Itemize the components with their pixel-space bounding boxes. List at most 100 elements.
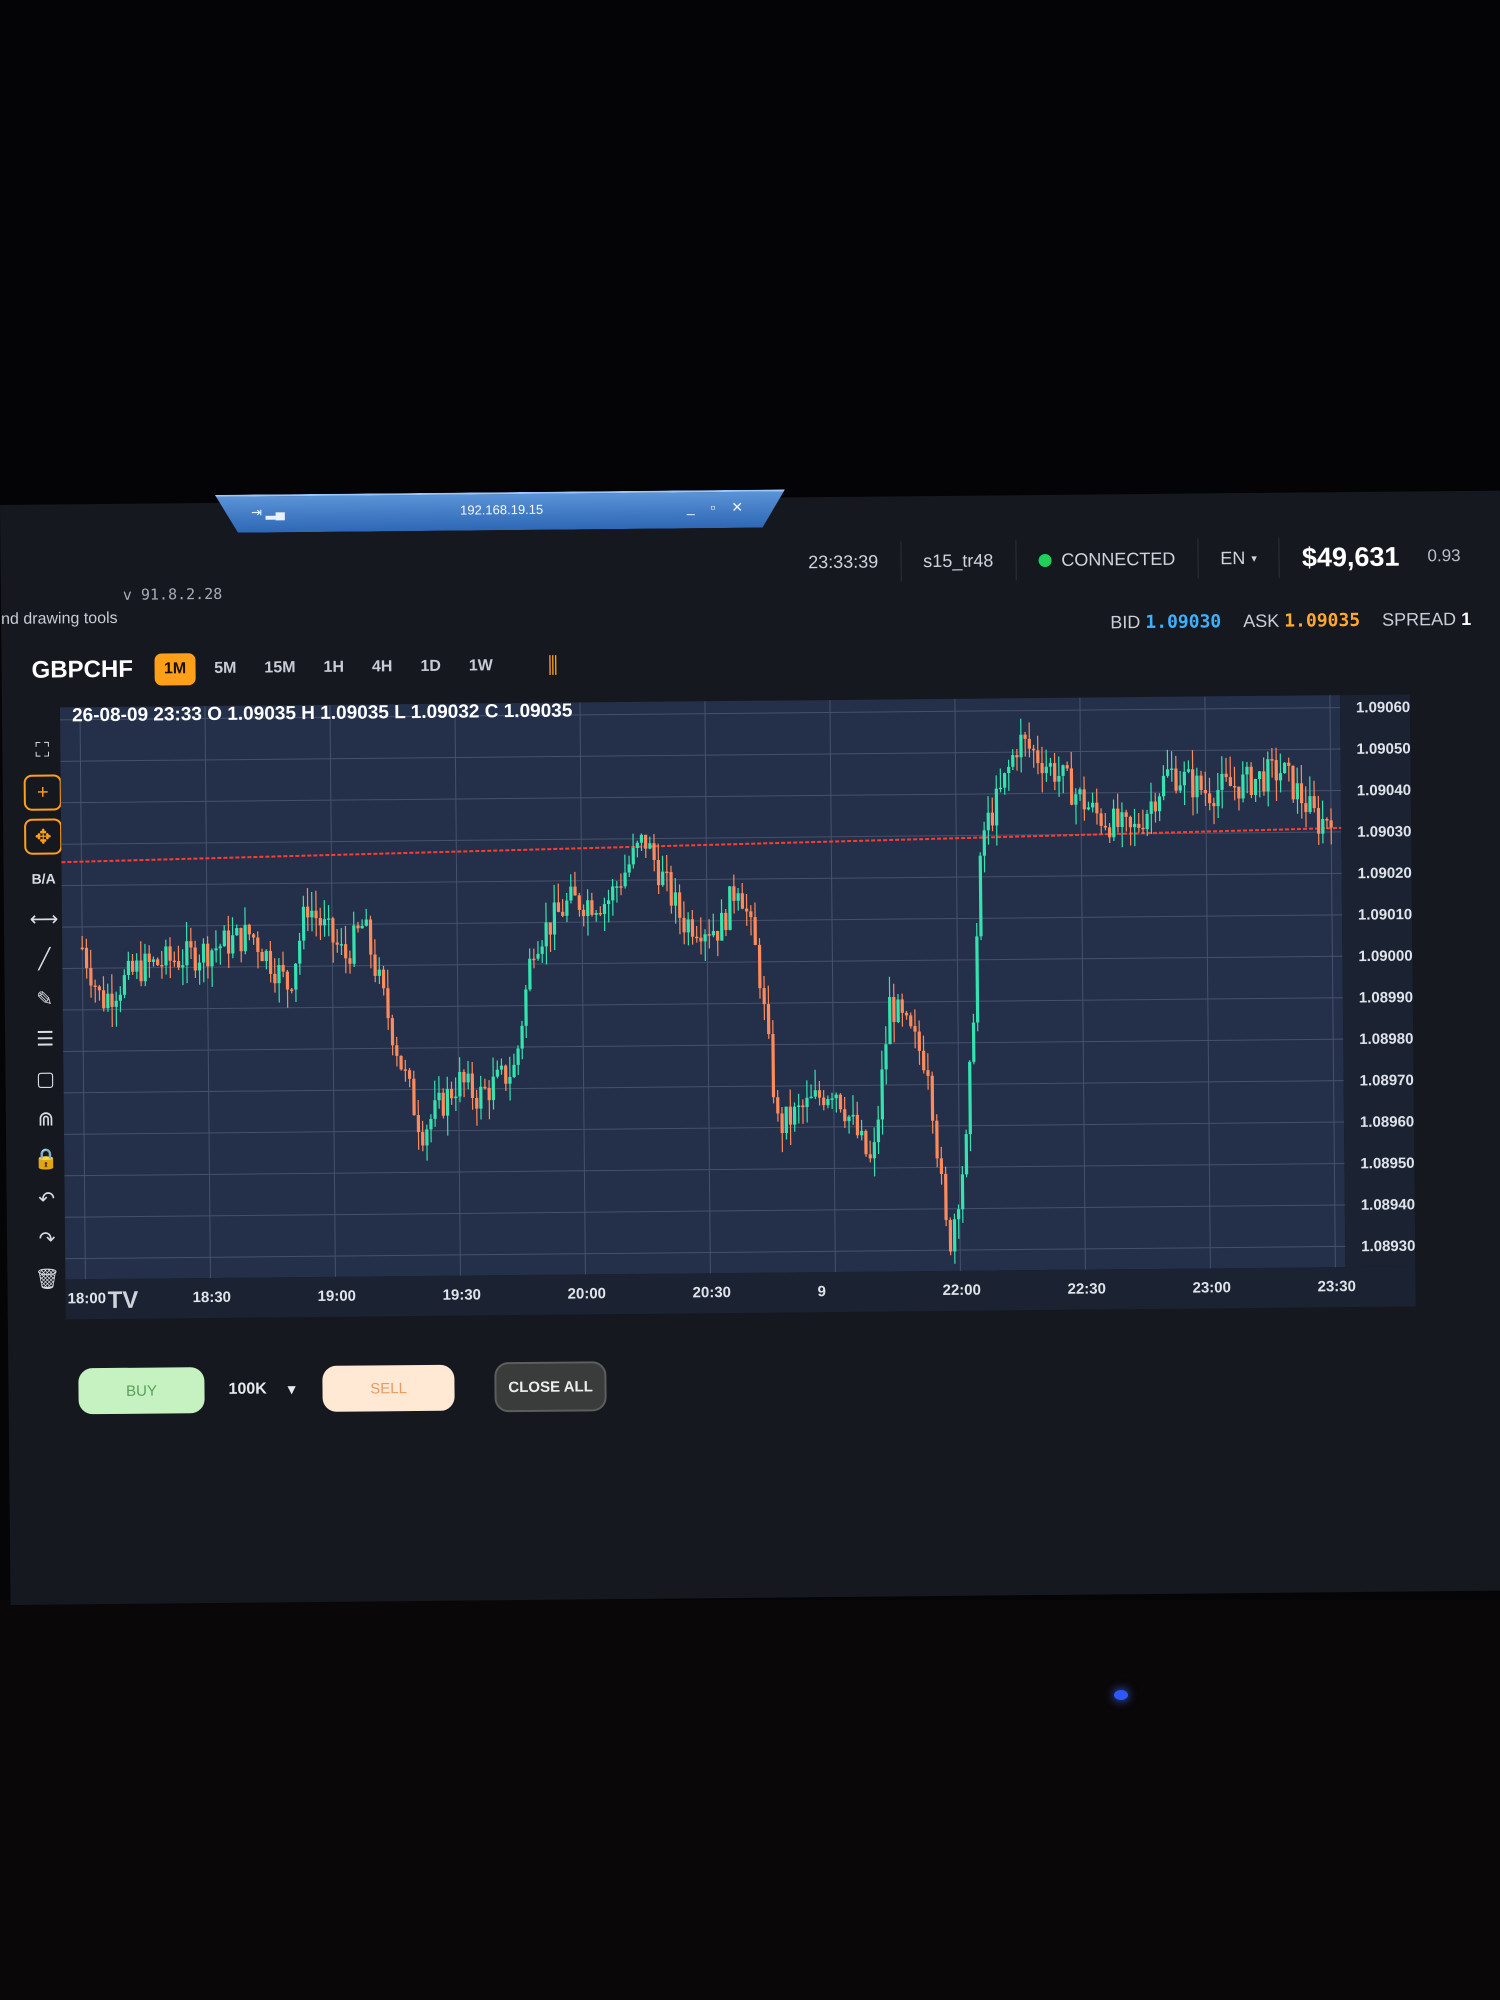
timeframe-15m[interactable]: 15M [255,652,304,684]
candle-body [615,886,619,888]
candle-body [851,1114,855,1117]
candle-body [437,1092,441,1101]
bid-value: 1.09030 [1145,611,1222,634]
spread: SPREAD 1 [1382,609,1471,631]
candle-body [1161,775,1166,797]
candle-body [433,1100,437,1119]
candle-body [631,848,635,865]
y-tick-label: 1.09030 [1357,823,1411,841]
candle-body [201,943,206,963]
candle-body [1107,827,1112,838]
candle-body [822,1097,826,1106]
candle-body [801,1105,805,1108]
chevron-down-icon[interactable]: ▼ [285,1381,299,1397]
candle-body [260,951,264,962]
candle-body [189,941,193,948]
candle-body [226,930,231,954]
candle-body [84,947,89,969]
lot-size-select[interactable]: 100K [228,1380,266,1398]
candle-body [1103,825,1107,828]
candle-body [838,1094,843,1110]
timeframe-1h[interactable]: 1H [314,652,353,684]
candle-body [508,1077,512,1084]
chart-svg[interactable]: 1.09060 1.09050 1.09040 1.09030 1.09020 1.090… [50,684,1416,1337]
candle-body [939,1158,944,1174]
candle-body [594,913,598,915]
candle-body [1312,796,1316,809]
timeframe-1m[interactable]: 1M [154,653,196,686]
candle-body [740,893,745,909]
timeframe-1d[interactable]: 1D [411,651,450,683]
y-tick-label: 1.09010 [1358,906,1412,924]
candle-body [699,937,703,942]
candle-body [952,1219,957,1252]
candle-body [900,999,904,1013]
candle-body [935,1120,939,1159]
candle-body [466,1073,470,1083]
candle-body [998,787,1003,790]
candle-body [565,900,569,916]
candle-body [454,1096,458,1099]
candle-body [805,1097,809,1108]
timeframe-1w[interactable]: 1W [460,650,502,682]
candle-body [719,912,724,941]
candle-body [1065,765,1069,769]
sell-button[interactable]: SELL [322,1364,455,1412]
connection-status-label: CONNECTED [1061,548,1176,570]
candle-body [826,1098,830,1106]
signal-icon: ⇥ ▂▄ [251,504,285,520]
candle-body [686,919,690,933]
candle-body [1241,774,1245,799]
candlestick-type-icon[interactable]: ⫼ [548,653,558,679]
close-all-button[interactable]: CLOSE ALL [494,1361,607,1413]
candle-body [251,934,256,938]
candle-body [648,843,652,849]
rdp-window-controls[interactable]: _ ▫ ✕ [687,499,749,517]
candle-body [1007,766,1011,774]
candle-body [652,843,656,861]
candle-body [703,934,707,942]
candle-body [1099,813,1103,826]
remote-desktop-bar[interactable]: ⇥ ▂▄ 192.168.19.15 _ ▫ ✕ [215,489,785,532]
candle-body [403,1069,407,1071]
candle-body [1011,755,1015,767]
candle-body [753,917,757,945]
candle-body [499,1065,504,1070]
timeframe-4h[interactable]: 4H [363,651,402,683]
candle-body [1128,816,1133,828]
candle-body [1133,823,1137,828]
candle-body [561,911,565,916]
candle-body [1120,812,1124,827]
candle-body [151,959,156,962]
candle-body [1257,771,1262,779]
candle-body [243,924,247,952]
price-chart[interactable]: 1.09060 1.09050 1.09040 1.09030 1.09020 1.090… [50,684,1416,1337]
candle-body [491,1076,496,1101]
candle-body [1207,793,1212,804]
candle-body [126,960,131,976]
buy-button[interactable]: BUY [78,1367,205,1415]
ask-value: 1.09035 [1284,609,1361,632]
candle-body [164,946,168,966]
symbol-name[interactable]: GBPCHF [31,656,133,685]
candle-body [143,953,147,982]
candle-body [690,919,695,937]
candle-body [348,958,352,964]
candle-body [762,988,766,1005]
candle-body [1057,775,1061,782]
candle-body [1191,769,1195,798]
candle-body [1124,812,1128,817]
balance-change: 0.93 [1421,536,1482,577]
candle-body [235,927,239,936]
candle-body [399,1055,403,1070]
y-tick-label: 1.08970 [1360,1072,1414,1090]
language-select[interactable]: EN ▾ [1197,537,1280,579]
candle-body [206,943,210,967]
candle-body [110,993,114,1007]
candle-body [904,1012,909,1016]
candle-body [532,958,536,961]
x-tick-label: 20:00 [568,1285,607,1302]
candle-body [556,902,561,912]
candle-body [256,937,260,953]
timeframe-5m[interactable]: 5M [205,653,246,685]
